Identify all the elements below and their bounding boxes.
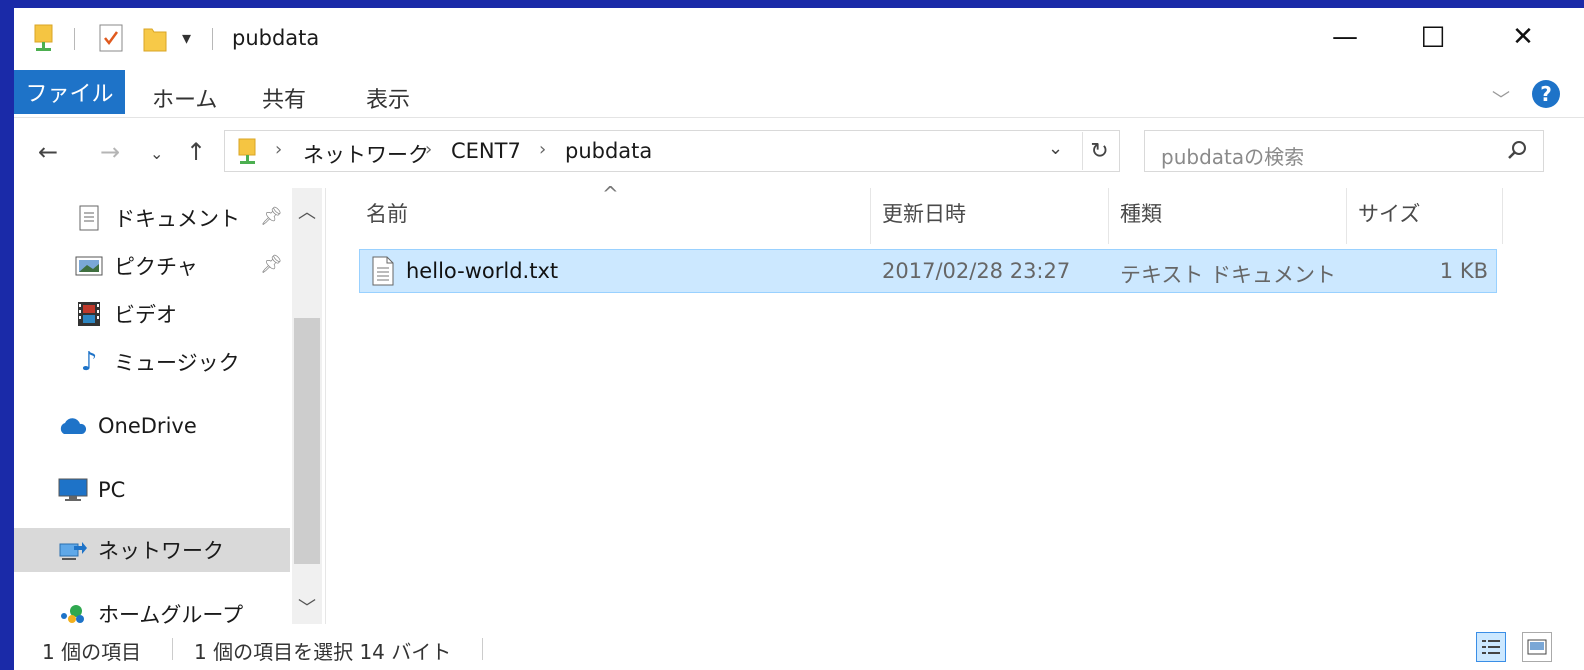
help-icon[interactable]: ? xyxy=(1532,80,1560,108)
onedrive-icon xyxy=(58,411,88,441)
sidebar-item-pc[interactable]: PC xyxy=(58,468,125,512)
sidebar-item-label: ピクチャ xyxy=(114,255,198,279)
status-divider xyxy=(482,638,483,660)
column-divider[interactable] xyxy=(870,188,871,244)
minimize-button[interactable]: — xyxy=(1322,20,1368,54)
search-placeholder: pubdataの検索 xyxy=(1161,145,1305,169)
close-button[interactable]: ✕ xyxy=(1500,20,1546,54)
back-arrow-icon[interactable]: ← xyxy=(38,138,58,166)
up-arrow-icon[interactable]: ↑ xyxy=(186,138,206,166)
large-icons-view-icon[interactable] xyxy=(1522,632,1552,662)
scroll-down-icon[interactable]: ﹀ xyxy=(298,594,316,620)
sidebar-item-label: ドキュメント xyxy=(114,207,240,231)
file-modified: 2017/02/28 23:27 xyxy=(882,259,1071,283)
sidebar-item-label: ネットワーク xyxy=(98,539,224,563)
sidebar-item-network[interactable]: ネットワーク xyxy=(14,528,290,572)
sidebar-item-label: ミュージック xyxy=(114,351,240,375)
sidebar-item-videos[interactable]: ビデオ xyxy=(74,292,177,336)
properties-icon[interactable] xyxy=(98,22,124,54)
sidebar-item-music[interactable]: ♪ ミュージック xyxy=(74,340,240,384)
sidebar-item-label: ビデオ xyxy=(114,303,177,327)
documents-icon xyxy=(74,203,104,233)
column-divider[interactable] xyxy=(1108,188,1109,244)
navigation-pane: ドキュメント 📌︎ ピクチャ 📌︎ ビデオ ♪ ミュージック OneDrive xyxy=(14,188,326,627)
sidebar-item-onedrive[interactable]: OneDrive xyxy=(58,404,197,448)
tab-view[interactable]: 表示 xyxy=(366,82,410,114)
pc-icon xyxy=(58,475,88,505)
pin-icon[interactable]: 📌︎ xyxy=(260,206,283,227)
sort-ascending-icon: ^ xyxy=(602,182,619,206)
status-divider xyxy=(172,638,173,660)
quick-access-folder-icon[interactable] xyxy=(32,22,56,54)
sidebar-item-documents[interactable]: ドキュメント xyxy=(74,196,240,240)
pictures-icon xyxy=(74,251,104,281)
explorer-window: ▾ pubdata — ☐ ✕ ファイル ホーム 共有 表示 ﹀ ? ← → ⌄… xyxy=(14,8,1584,670)
selection-info: 1 個の項目を選択 14 バイト xyxy=(194,640,452,664)
search-icon[interactable] xyxy=(1507,139,1529,167)
window-title: pubdata xyxy=(232,26,320,50)
file-size: 1 KB xyxy=(1439,259,1488,283)
search-input[interactable]: pubdataの検索 xyxy=(1144,130,1544,172)
breadcrumb-separator: › xyxy=(275,139,283,160)
breadcrumb-network[interactable]: ネットワーク xyxy=(303,139,429,169)
column-header-size[interactable]: サイズ xyxy=(1358,198,1420,228)
tab-home[interactable]: ホーム xyxy=(152,82,217,114)
address-bar[interactable]: › ネットワーク › CENT7 › pubdata xyxy=(224,130,1120,172)
toolbar-divider xyxy=(212,28,213,50)
column-header-modified[interactable]: 更新日時 xyxy=(882,198,966,228)
title-bar: ▾ pubdata — ☐ ✕ xyxy=(14,8,1584,68)
sidebar-item-label: PC xyxy=(98,478,126,502)
tab-share[interactable]: 共有 xyxy=(262,82,306,114)
sidebar-scrollbar-thumb[interactable] xyxy=(294,318,320,564)
sidebar-item-pictures[interactable]: ピクチャ xyxy=(74,244,198,288)
column-header-type[interactable]: 種類 xyxy=(1120,198,1162,228)
details-view-icon[interactable] xyxy=(1476,632,1506,662)
sidebar-item-label: OneDrive xyxy=(98,414,197,438)
maximize-button[interactable]: ☐ xyxy=(1410,20,1456,54)
text-file-icon xyxy=(372,256,394,290)
status-bar: 1 個の項目 1 個の項目を選択 14 バイト xyxy=(14,624,1584,670)
refresh-icon[interactable]: ↻ xyxy=(1082,132,1116,170)
expand-ribbon-icon[interactable]: ﹀ xyxy=(1492,86,1510,112)
breadcrumb-pubdata[interactable]: pubdata xyxy=(565,139,652,163)
videos-icon xyxy=(74,299,104,329)
breadcrumb-separator: › xyxy=(425,139,433,160)
address-dropdown-icon[interactable]: ⌄ xyxy=(1048,138,1063,159)
pin-icon[interactable]: 📌︎ xyxy=(260,254,283,275)
file-row[interactable]: hello-world.txt 2017/02/28 23:27 テキスト ドキ… xyxy=(359,249,1497,293)
item-count: 1 個の項目 xyxy=(42,640,142,664)
tab-file[interactable]: ファイル xyxy=(14,70,125,114)
column-header-name[interactable]: 名前 xyxy=(366,198,408,228)
network-icon xyxy=(58,535,88,565)
customize-quick-access-icon[interactable]: ▾ xyxy=(182,22,191,54)
scroll-up-icon[interactable]: ︿ xyxy=(298,198,316,224)
file-type: テキスト ドキュメント xyxy=(1120,263,1337,287)
toolbar-divider xyxy=(74,28,75,50)
breadcrumb-separator: › xyxy=(539,139,547,160)
forward-arrow-icon[interactable]: → xyxy=(100,138,120,166)
network-folder-icon xyxy=(237,137,259,171)
column-divider[interactable] xyxy=(1346,188,1347,244)
music-icon: ♪ xyxy=(80,347,98,377)
column-divider[interactable] xyxy=(1502,188,1503,244)
breadcrumb-cent7[interactable]: CENT7 xyxy=(451,139,521,163)
new-folder-icon[interactable] xyxy=(142,22,168,54)
file-name: hello-world.txt xyxy=(406,259,559,283)
recent-locations-icon[interactable]: ⌄ xyxy=(150,144,163,163)
ribbon: ファイル ホーム 共有 表示 ﹀ ? xyxy=(14,68,1584,118)
